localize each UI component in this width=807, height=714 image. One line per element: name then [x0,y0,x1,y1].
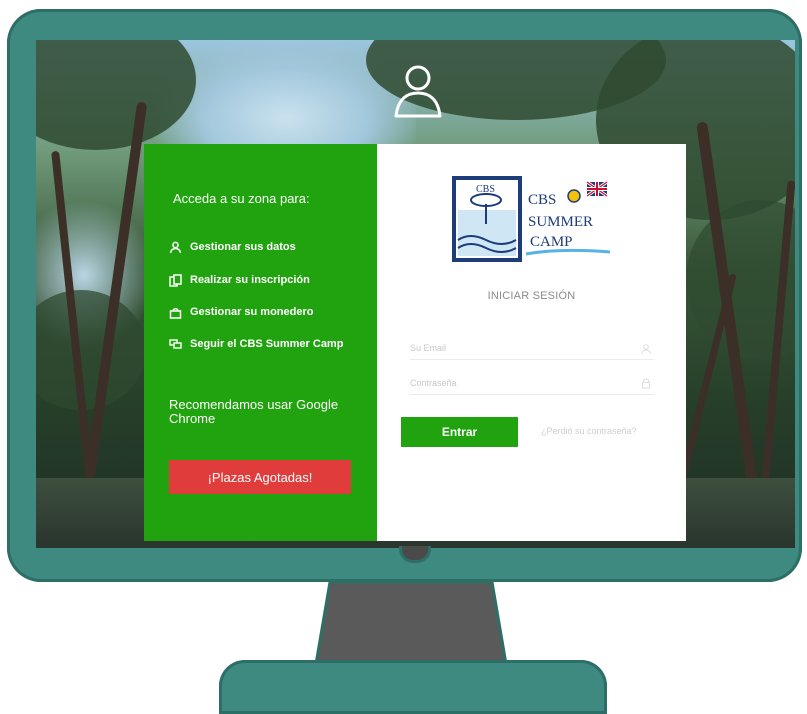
feature-label: Realizar su inscripción [190,274,310,286]
login-panel: CBS CBS SUMMER CAMP INICIAR SESIÓN Entra… [377,144,686,541]
feature-label: Gestionar su monedero [190,306,314,318]
feature-wallet: Gestionar su monedero [168,305,313,319]
cbs-summer-camp-logo: CBS CBS SUMMER CAMP [452,176,611,262]
lock-icon [642,378,650,389]
logo-line-3: CAMP [530,234,573,250]
feature-label: Gestionar sus datos [190,241,296,253]
submit-button[interactable]: Entrar [401,417,518,447]
email-field[interactable] [410,337,654,360]
info-heading: Acceda a su zona para: [173,191,310,206]
user-icon [641,344,651,355]
password-field[interactable] [410,372,654,395]
logo-line-1: CBS [528,192,556,208]
login-title: INICIAR SESIÓN [487,290,576,302]
sold-out-button[interactable]: ¡Plazas Agotadas! [169,460,351,494]
feature-registration: Realizar su inscripción [168,273,310,287]
purse-icon [168,305,182,319]
feature-manage-data: Gestionar sus datos [168,240,296,254]
feature-label: Seguir el CBS Summer Camp [190,338,344,350]
info-panel: Acceda a su zona para: Gestionar sus dat… [144,144,377,541]
user-icon [168,240,182,254]
logo-badge-text: CBS [476,184,495,195]
forgot-password-link[interactable]: ¿Perdió su contraseña? [541,426,637,436]
monitor-base [219,660,607,714]
browser-recommendation: Recomendamos usar Google Chrome [169,397,339,426]
logo-line-2: SUMMER [528,214,593,230]
documents-icon [168,273,182,287]
user-avatar-icon [394,65,442,118]
feature-follow-camp: Seguir el CBS Summer Camp [168,337,343,351]
chat-icon [168,337,182,351]
